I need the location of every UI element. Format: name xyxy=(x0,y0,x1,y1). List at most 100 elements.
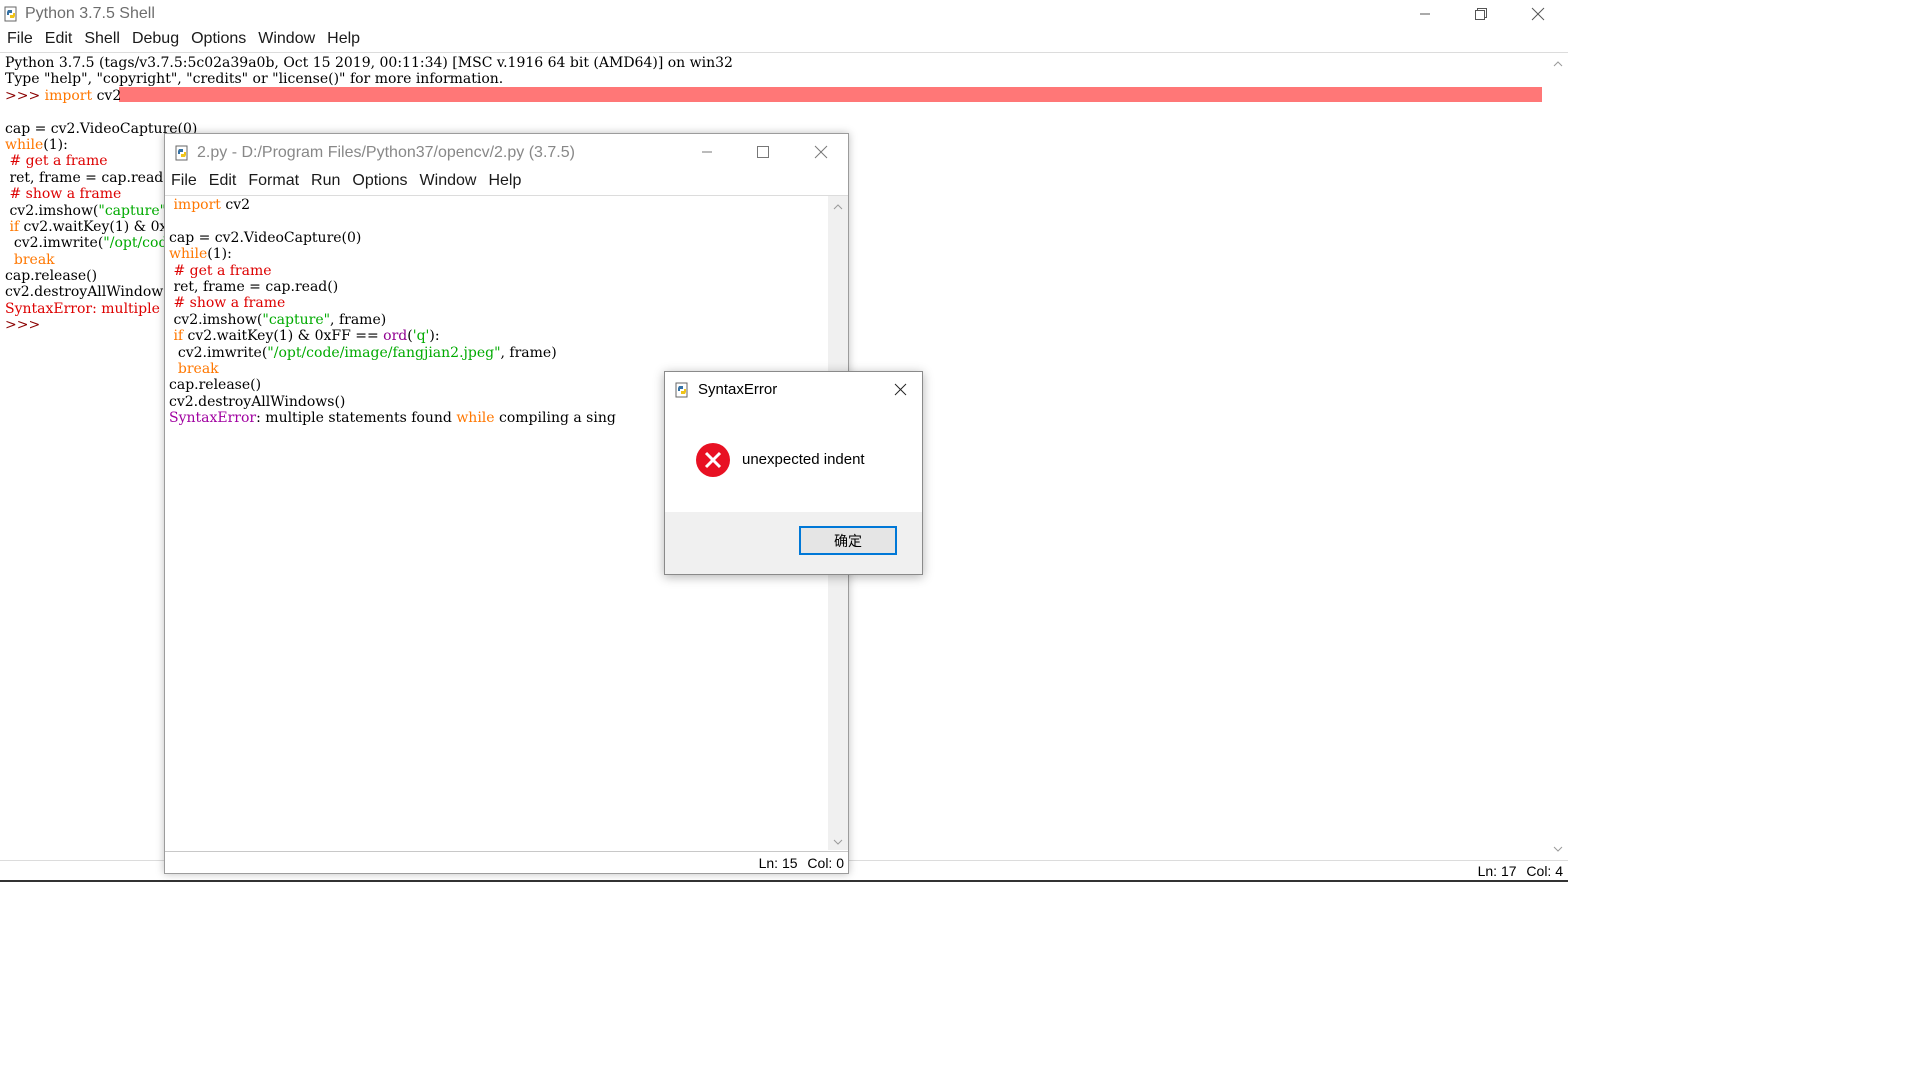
code-token: cv2.destroyAllWindows() xyxy=(169,393,346,410)
editor-menu-file[interactable]: File xyxy=(165,172,203,192)
code-line: >>> import cv2 xyxy=(5,88,1545,104)
code-line: # show a frame xyxy=(169,295,824,311)
code-token: >>> xyxy=(5,87,45,104)
dialog-button-area: 确定 xyxy=(665,512,922,574)
editor-scroll-up-icon[interactable] xyxy=(828,198,848,215)
code-token: cap.release() xyxy=(169,377,262,394)
editor-titlebar[interactable]: 2.py - D:/Program Files/Python37/opencv/… xyxy=(165,134,848,170)
menubar-divider xyxy=(0,52,1568,53)
editor-minimize-button[interactable] xyxy=(684,134,730,170)
code-token: ord xyxy=(383,328,408,345)
code-token: ): xyxy=(429,328,440,345)
editor-title: 2.py - D:/Program Files/Python37/opencv/… xyxy=(197,144,575,161)
code-token: , frame) xyxy=(330,311,387,328)
dialog-close-button[interactable] xyxy=(880,372,920,406)
close-button[interactable] xyxy=(1515,0,1561,28)
restore-button[interactable] xyxy=(1458,0,1504,28)
code-token: compiling a sing xyxy=(494,410,616,427)
code-token: cv2.imshow( xyxy=(5,202,99,219)
editor-status-divider xyxy=(165,851,848,852)
editor-menu-window[interactable]: Window xyxy=(414,172,483,192)
editor-menubar-divider xyxy=(165,195,848,196)
code-token: cap = cv2.VideoCapture(0) xyxy=(169,229,362,246)
maximize-icon xyxy=(757,146,769,158)
editor-menu-help[interactable]: Help xyxy=(482,172,527,192)
code-token: "capture" xyxy=(98,202,167,219)
editor-statusbar: Ln: 15 Col: 0 xyxy=(759,855,844,871)
code-token: Python 3.7.5 (tags/v3.7.5:5c02a39a0b, Oc… xyxy=(5,55,733,71)
code-line: # get a frame xyxy=(169,263,824,279)
editor-menu-run[interactable]: Run xyxy=(305,172,346,192)
code-token: # get a frame xyxy=(169,262,272,279)
code-line: ret, frame = cap.read() xyxy=(169,279,824,295)
editor-status-line: Ln: 15 xyxy=(758,855,798,871)
code-line: cap = cv2.VideoCapture(0) xyxy=(169,230,824,246)
editor-menu-format[interactable]: Format xyxy=(242,172,305,192)
python-icon xyxy=(674,381,690,399)
syntax-error-dialog: SyntaxError unexpected indent 确定 xyxy=(664,371,923,575)
code-token: (1): xyxy=(207,246,232,263)
code-token: : multiple statements found xyxy=(256,410,457,427)
code-token: cv2 xyxy=(220,197,251,213)
python-icon xyxy=(3,5,19,23)
shell-titlebar[interactable]: Python 3.7.5 Shell xyxy=(0,0,1568,28)
ok-button[interactable]: 确定 xyxy=(799,526,897,555)
minimize-button[interactable] xyxy=(1402,0,1448,28)
menu-window[interactable]: Window xyxy=(252,30,321,50)
editor-close-button[interactable] xyxy=(798,134,844,170)
code-line: if cv2.waitKey(1) & 0xFF == ord('q'): xyxy=(169,328,824,344)
code-line: Python 3.7.5 (tags/v3.7.5:5c02a39a0b, Oc… xyxy=(5,55,1545,71)
code-token: cap.release() xyxy=(5,268,98,285)
menu-edit[interactable]: Edit xyxy=(39,30,79,50)
code-line: while(1): xyxy=(169,246,824,262)
code-token: # show a frame xyxy=(5,186,122,203)
minimize-icon xyxy=(1420,13,1430,15)
editor-menu-options[interactable]: Options xyxy=(346,172,413,192)
code-token: SyntaxError xyxy=(169,410,257,427)
menu-help[interactable]: Help xyxy=(321,30,366,50)
minimize-icon xyxy=(702,151,712,153)
code-token: 'q' xyxy=(412,328,430,345)
code-line: import cv2 xyxy=(169,197,824,213)
menu-options[interactable]: Options xyxy=(185,30,252,50)
code-token: "/opt/code/image/fangjian2.jpeg" xyxy=(267,344,501,361)
shell-menubar: File Edit Shell Debug Options Window Hel… xyxy=(0,30,1568,50)
shell-status-col: Col: 4 xyxy=(1526,863,1563,879)
code-token: cv2.imwrite( xyxy=(5,235,104,252)
code-token: import xyxy=(169,197,221,213)
restore-icon xyxy=(1475,8,1487,20)
scroll-down-icon[interactable] xyxy=(1548,840,1568,857)
code-token: Type "help", "copyright", "credits" or "… xyxy=(5,71,504,88)
menu-debug[interactable]: Debug xyxy=(126,30,185,50)
code-token: cv2.destroyAllWindows() xyxy=(5,284,182,301)
code-token: while xyxy=(169,246,208,263)
code-token: break xyxy=(169,360,219,377)
editor-maximize-button[interactable] xyxy=(740,134,786,170)
code-line: cv2.imshow("capture", frame) xyxy=(169,312,824,328)
code-token: >>> xyxy=(5,317,45,334)
code-line: cv2.imwrite("/opt/code/image/fangjian2.j… xyxy=(169,345,824,361)
shell-statusbar: Ln: 17 Col: 4 xyxy=(1478,863,1563,879)
python-file-icon xyxy=(174,144,190,162)
code-token: ret, frame = cap.read() xyxy=(169,278,339,295)
code-token: ret, frame = cap.read() xyxy=(5,169,175,186)
dialog-title: SyntaxError xyxy=(698,381,778,398)
editor-menu-edit[interactable]: Edit xyxy=(203,172,243,192)
scroll-up-icon[interactable] xyxy=(1548,55,1568,72)
code-token: import xyxy=(44,87,93,104)
editor-scroll-down-icon[interactable] xyxy=(828,833,848,850)
shell-scrollbar[interactable] xyxy=(1548,55,1568,857)
editor-menubar: File Edit Format Run Options Window Help xyxy=(165,172,848,192)
menu-shell[interactable]: Shell xyxy=(78,30,126,50)
code-token: while xyxy=(5,136,44,153)
taskbar-edge xyxy=(0,880,1568,882)
editor-status-col: Col: 0 xyxy=(807,855,844,871)
menu-file[interactable]: File xyxy=(1,30,39,50)
code-token: cv2.imwrite( xyxy=(169,344,268,361)
dialog-message: unexpected indent xyxy=(742,451,865,468)
dialog-titlebar[interactable]: SyntaxError xyxy=(665,372,922,406)
code-token: if xyxy=(5,218,20,235)
code-token: (1): xyxy=(43,136,68,153)
